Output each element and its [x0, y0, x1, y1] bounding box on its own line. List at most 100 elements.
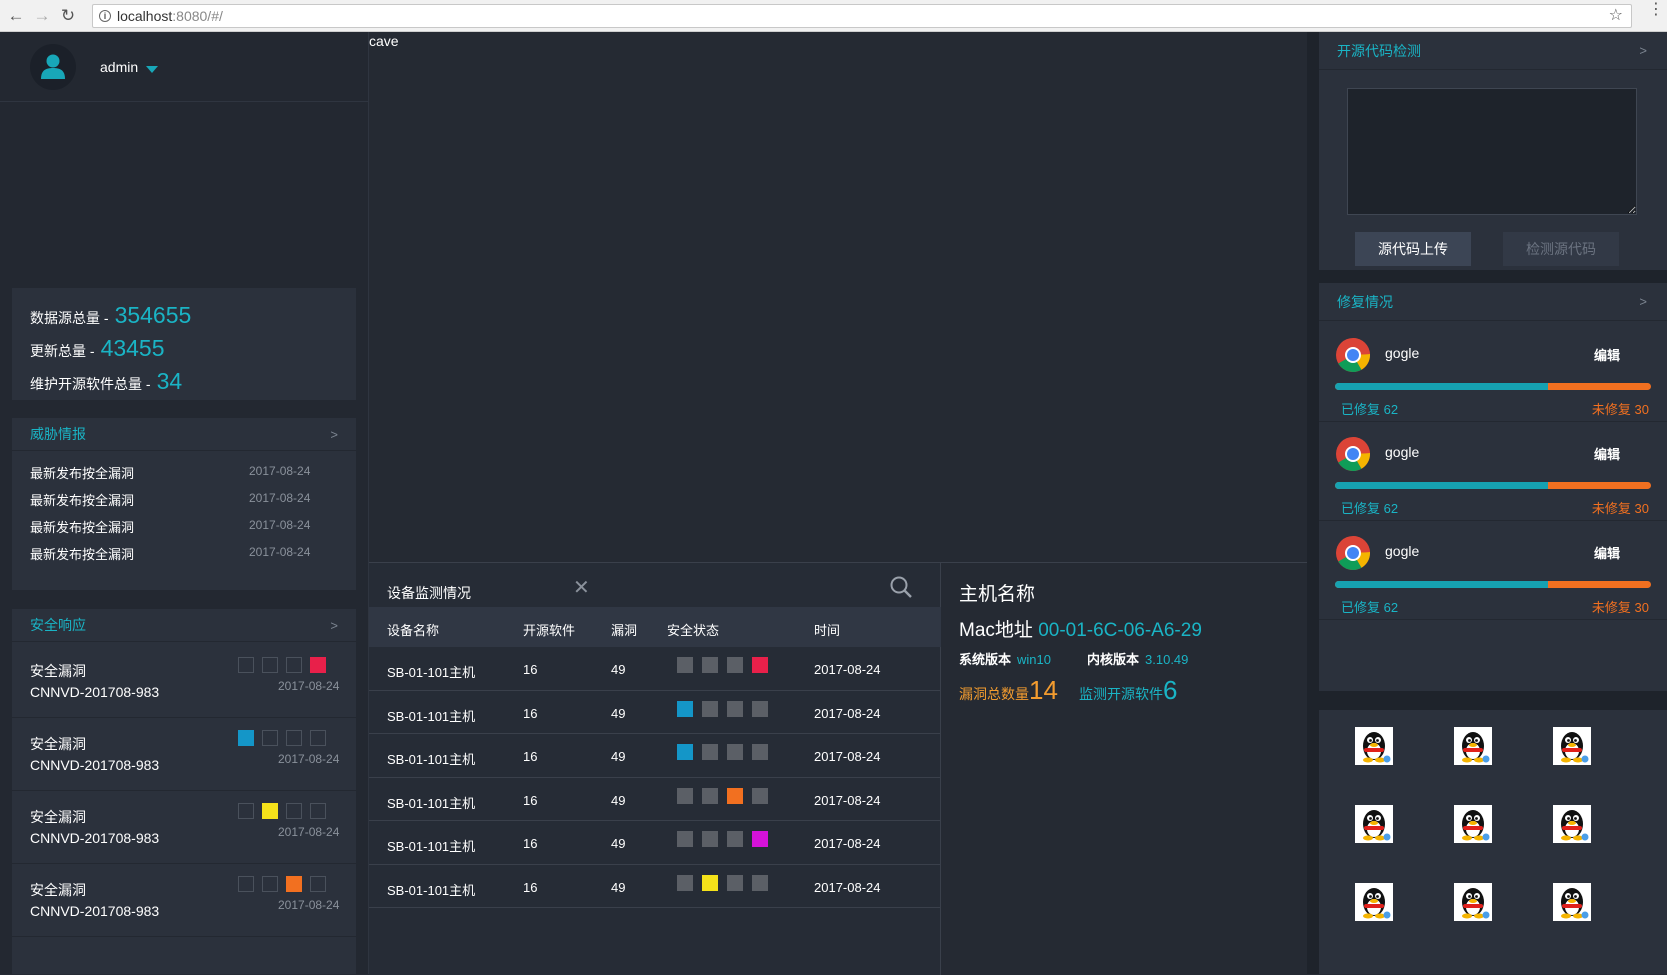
panel-title: 修复情况 — [1337, 294, 1393, 310]
stat-value: 354655 — [114, 302, 192, 328]
threat-intel-header[interactable]: 威胁情报 > — [12, 418, 356, 451]
more-arrow-icon[interactable]: > — [1639, 283, 1647, 321]
stat-row: 维护开源软件总量 - 34 — [30, 368, 182, 395]
column-header[interactable]: 安全状态 — [667, 620, 719, 639]
repair-item: gogle 编辑 已修复 62 未修复 30 — [1319, 521, 1667, 620]
status-square — [238, 876, 254, 892]
column-header[interactable]: 开源软件 — [523, 620, 575, 639]
security-status-square — [677, 874, 693, 891]
edit-button[interactable]: 编辑 — [1594, 345, 1620, 364]
qq-penguin-icon[interactable] — [1454, 727, 1492, 765]
search-icon[interactable] — [889, 575, 913, 599]
qq-penguin-icon[interactable] — [1553, 805, 1591, 843]
stat-label: 维护开源软件总量 - — [30, 376, 151, 392]
chrome-browser-icon — [1335, 535, 1371, 571]
repair-progress-bar — [1335, 383, 1651, 390]
bookmark-star-icon[interactable]: ☆ — [1609, 5, 1623, 27]
table-row[interactable]: SB-01-101主机 16 49 2017-08-24 — [369, 778, 941, 821]
upload-source-button[interactable]: 源代码上传 — [1355, 232, 1471, 266]
response-date: 2017-08-24 — [278, 679, 340, 693]
table-cell-software: 16 — [523, 879, 538, 895]
more-arrow-icon[interactable]: > — [1639, 32, 1647, 70]
table-cell-software: 16 — [523, 749, 538, 764]
table-cell-software: 16 — [523, 836, 538, 851]
security-status-square — [702, 700, 718, 717]
dashboard: admin 数据源总量 - 354655 更新总量 - 43455 维护开源软件总量 -… — [0, 32, 1667, 975]
more-arrow-icon[interactable]: > — [330, 418, 338, 451]
repair-status-panel: 修复情况 > gogle 编辑 已修复 62 未修复 30 gogle 编辑 已修复 62 未… — [1319, 283, 1667, 691]
reload-icon[interactable]: ↻ — [58, 6, 78, 26]
threat-item[interactable]: 最新发布按全漏洞 2017-08-24 — [30, 463, 310, 482]
url-path: :8080/#/ — [172, 8, 223, 24]
column-header[interactable]: 设备名称 — [387, 620, 439, 639]
repair-status-header[interactable]: 修复情况 > — [1319, 283, 1667, 321]
security-status-square — [727, 831, 743, 847]
kernel-value: 3.10.49 — [1145, 652, 1189, 667]
avatar[interactable] — [30, 44, 76, 90]
monitored-software-label: 监测开源软件 — [1079, 686, 1163, 702]
edit-button[interactable]: 编辑 — [1594, 444, 1620, 463]
column-header[interactable]: 漏洞 — [611, 620, 637, 639]
security-status-square — [702, 657, 718, 673]
threat-date: 2017-08-24 — [249, 545, 311, 559]
forward-icon[interactable]: → — [32, 6, 52, 26]
qq-penguin-icon[interactable] — [1355, 883, 1393, 921]
back-icon[interactable]: ← — [6, 6, 26, 26]
qq-penguin-icon[interactable] — [1355, 727, 1393, 765]
fixed-count: 已修复 62 — [1341, 402, 1399, 417]
qq-penguin-icon[interactable] — [1553, 883, 1591, 921]
site-info-icon[interactable]: i — [99, 10, 111, 22]
table-row[interactable]: SB-01-101主机 16 49 2017-08-24 — [369, 734, 941, 778]
device-monitor-table: 设备监测情况 ✕ 设备名称 开源软件 漏洞 安全状态 时间 SB-01-101主机 16 4… — [369, 563, 941, 975]
security-status-square — [752, 700, 768, 717]
more-arrow-icon[interactable]: > — [330, 609, 338, 642]
response-item[interactable]: 安全漏洞 CNNVD-201708-983 2017-08-24 — [12, 861, 356, 937]
table-row[interactable]: SB-01-101主机 16 49 2017-08-24 — [369, 647, 941, 691]
qq-penguin-icon[interactable] — [1355, 805, 1393, 843]
address-bar[interactable]: i localhost:8080/#/ ☆ — [92, 4, 1632, 28]
table-cell-software: 16 — [523, 662, 538, 677]
table-row[interactable]: SB-01-101主机 16 49 2017-08-24 — [369, 865, 941, 908]
threat-title: 最新发布按全漏洞 — [30, 493, 135, 508]
edit-button[interactable]: 编辑 — [1594, 543, 1620, 562]
stat-row: 数据源总量 - 354655 — [30, 302, 191, 329]
response-item[interactable]: 安全漏洞 CNNVD-201708-983 2017-08-24 — [12, 715, 356, 791]
table-row[interactable]: SB-01-101主机 16 49 2017-08-24 — [369, 691, 941, 734]
security-status-square — [677, 744, 693, 760]
mac-label: Mac地址 — [959, 620, 1033, 641]
stat-value: 34 — [156, 368, 183, 394]
qq-penguin-icon[interactable] — [1454, 805, 1492, 843]
chevron-down-icon[interactable] — [146, 66, 158, 73]
table-cell-vulns: 49 — [611, 879, 626, 895]
response-item[interactable]: 安全漏洞 CNNVD-201708-983 2017-08-24 — [12, 788, 356, 864]
threat-item[interactable]: 最新发布按全漏洞 2017-08-24 — [30, 544, 310, 563]
table-row[interactable]: SB-01-101主机 16 49 2017-08-24 — [369, 821, 941, 865]
security-status-square — [702, 744, 718, 760]
response-item[interactable]: 安全漏洞 CNNVD-201708-983 2017-08-24 — [12, 642, 356, 718]
security-response-header[interactable]: 安全响应 > — [12, 609, 356, 642]
check-source-button[interactable]: 检测源代码 — [1503, 232, 1619, 266]
status-square — [238, 657, 254, 673]
browser-menu-icon[interactable]: ⋮ — [1648, 2, 1664, 18]
security-status-square — [677, 831, 693, 847]
panel-title: 安全响应 — [30, 617, 86, 633]
status-square — [286, 876, 302, 892]
table-cell-name: SB-01-101主机 — [387, 839, 476, 854]
repair-progress-fill — [1335, 383, 1548, 390]
url-host: localhost — [117, 8, 173, 24]
threat-item[interactable]: 最新发布按全漏洞 2017-08-24 — [30, 517, 310, 536]
response-id: CNNVD-201708-983 — [30, 684, 160, 700]
code-check-header[interactable]: 开源代码检测 > — [1319, 32, 1667, 70]
mac-value: 00-01-6C-06-A6-29 — [1038, 620, 1202, 641]
host-name-title: 主机名称 — [959, 584, 1036, 605]
source-code-textarea[interactable] — [1347, 88, 1637, 215]
column-header[interactable]: 时间 — [814, 620, 840, 639]
close-icon[interactable]: ✕ — [573, 575, 590, 600]
os-version: 系统版本 win10 — [959, 649, 1051, 668]
threat-title: 最新发布按全漏洞 — [30, 466, 135, 481]
username[interactable]: admin — [100, 59, 138, 75]
table-cell-time: 2017-08-24 — [814, 705, 881, 721]
qq-penguin-icon[interactable] — [1553, 727, 1591, 765]
qq-penguin-icon[interactable] — [1454, 883, 1492, 921]
threat-item[interactable]: 最新发布按全漏洞 2017-08-24 — [30, 490, 310, 509]
